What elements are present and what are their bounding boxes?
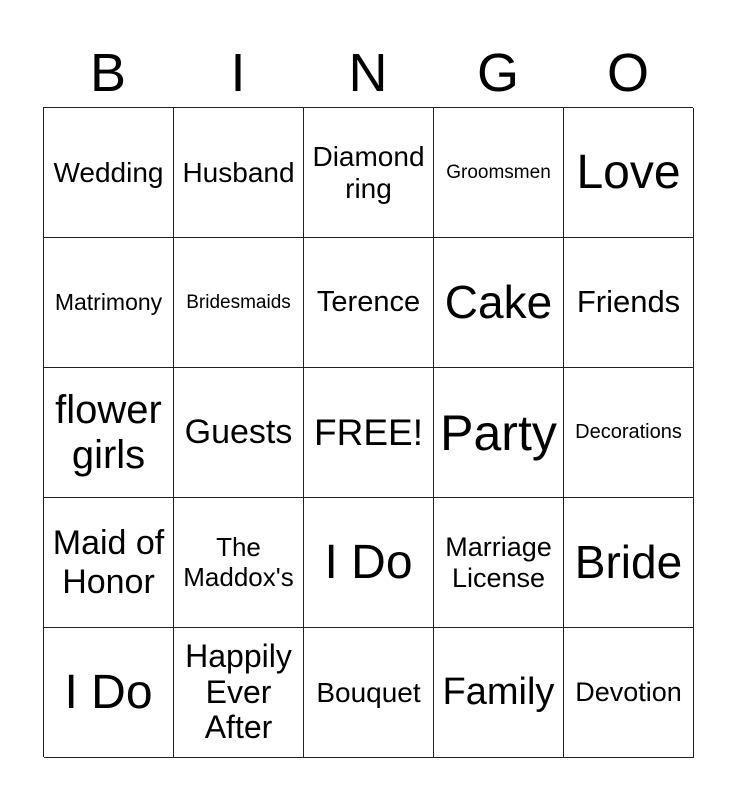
cell-label: The Maddox's bbox=[183, 532, 294, 592]
bingo-cell-i-3[interactable]: Guests bbox=[174, 368, 304, 498]
bingo-cell-b-4[interactable]: Maid of Honor bbox=[44, 498, 174, 628]
cell-label: Happily Ever After bbox=[185, 637, 292, 746]
header-letter-i: I bbox=[230, 43, 246, 103]
cell-label: I Do bbox=[64, 665, 153, 719]
cell-label: Party bbox=[440, 404, 557, 461]
bingo-cell-n-3[interactable]: FREE! bbox=[304, 368, 434, 498]
bingo-cell-o-5[interactable]: Devotion bbox=[564, 628, 694, 758]
bingo-cell-i-2[interactable]: Bridesmaids bbox=[174, 238, 304, 368]
bingo-cell-n-1[interactable]: Diamond ring bbox=[304, 108, 434, 238]
bingo-cell-o-4[interactable]: Bride bbox=[564, 498, 694, 628]
cell-label: Devotion bbox=[575, 677, 682, 708]
bingo-cell-i-1[interactable]: Husband bbox=[174, 108, 304, 238]
bingo-cell-n-5[interactable]: Bouquet bbox=[304, 628, 434, 758]
bingo-cell-g-3[interactable]: Party bbox=[434, 368, 564, 498]
bingo-cell-g-5[interactable]: Family bbox=[434, 628, 564, 758]
header-letter-g: G bbox=[476, 43, 519, 103]
bingo-cell-i-5[interactable]: Happily Ever After bbox=[174, 628, 304, 758]
bingo-header: B I N G O bbox=[43, 40, 693, 106]
cell-label: Wedding bbox=[53, 156, 164, 188]
cell-label: Diamond ring bbox=[312, 141, 425, 204]
bingo-cell-b-1[interactable]: Wedding bbox=[44, 108, 174, 238]
cell-label: I Do bbox=[324, 535, 413, 589]
header-letter-o: O bbox=[606, 43, 649, 103]
cell-label: Friends bbox=[576, 284, 681, 320]
bingo-cell-g-2[interactable]: Cake bbox=[434, 238, 564, 368]
bingo-cell-n-4[interactable]: I Do bbox=[304, 498, 434, 628]
bingo-cell-b-2[interactable]: Matrimony bbox=[44, 238, 174, 368]
bingo-cell-b-5[interactable]: I Do bbox=[44, 628, 174, 758]
bingo-cell-n-2[interactable]: Terence bbox=[304, 238, 434, 368]
header-letter-b: B bbox=[89, 43, 127, 103]
cell-label: Love bbox=[576, 145, 681, 199]
bingo-grid: Wedding Husband Diamond ring Groomsmen Love M… bbox=[43, 107, 694, 758]
cell-label: FREE! bbox=[314, 411, 423, 453]
bingo-cell-b-3[interactable]: flower girls bbox=[44, 368, 174, 498]
bingo-cell-o-2[interactable]: Friends bbox=[564, 238, 694, 368]
cell-label: Groomsmen bbox=[446, 161, 551, 183]
cell-label: Marriage License bbox=[445, 532, 552, 593]
cell-label: Cake bbox=[444, 275, 553, 328]
cell-label: Terence bbox=[316, 286, 421, 319]
cell-label: Bridesmaids bbox=[186, 291, 291, 313]
cell-label: Family bbox=[442, 671, 555, 714]
bingo-cell-o-1[interactable]: Love bbox=[564, 108, 694, 238]
cell-label: Guests bbox=[184, 413, 293, 452]
cell-label: Maid of Honor bbox=[52, 524, 165, 601]
header-letter-n: N bbox=[348, 43, 388, 103]
cell-label: flower girls bbox=[55, 387, 162, 477]
cell-label: Decorations bbox=[575, 421, 682, 444]
cell-label: Husband bbox=[182, 156, 295, 188]
cell-label: Bouquet bbox=[316, 676, 421, 708]
cell-label: Bride bbox=[574, 535, 683, 588]
bingo-cell-i-4[interactable]: The Maddox's bbox=[174, 498, 304, 628]
cell-label: Matrimony bbox=[54, 288, 163, 315]
bingo-cell-g-1[interactable]: Groomsmen bbox=[434, 108, 564, 238]
bingo-cell-o-3[interactable]: Decorations bbox=[564, 368, 694, 498]
bingo-cell-g-4[interactable]: Marriage License bbox=[434, 498, 564, 628]
